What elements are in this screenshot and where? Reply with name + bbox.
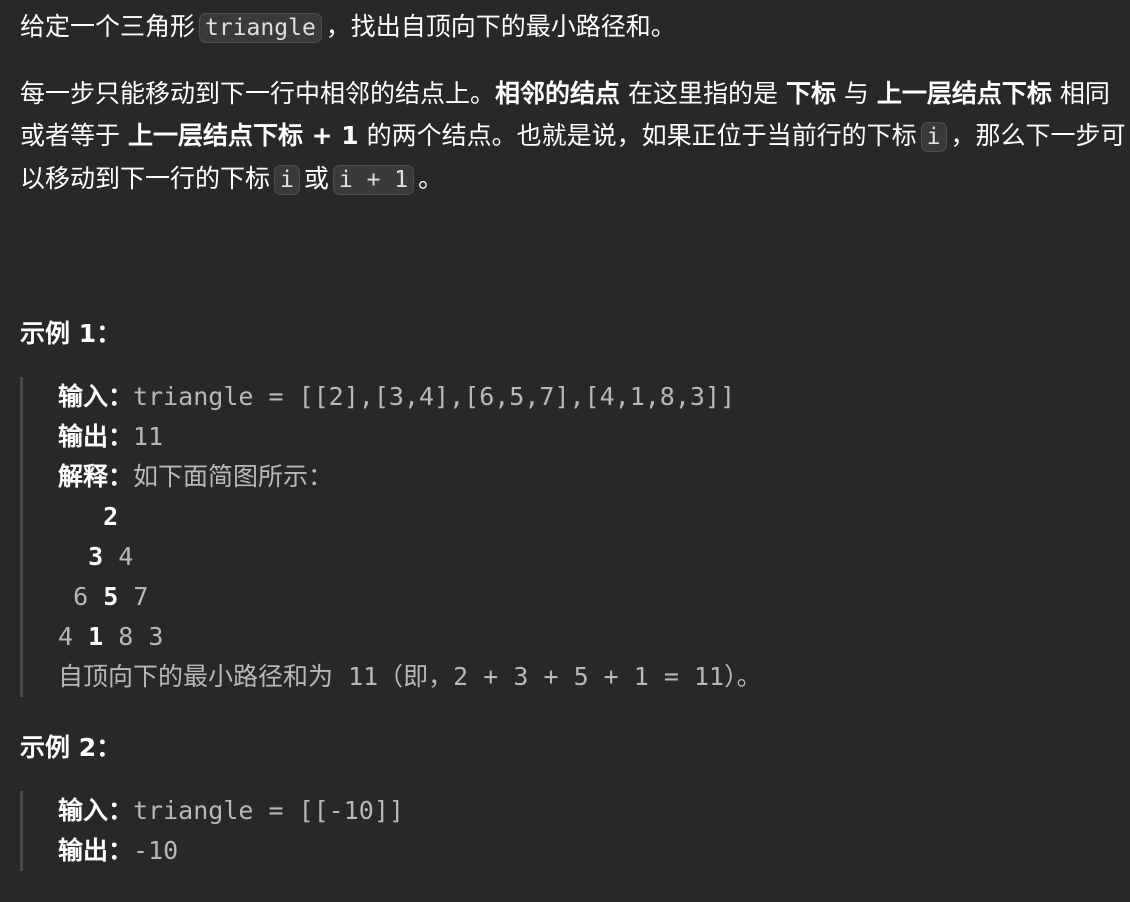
text: 在这里指的是 (620, 79, 786, 108)
triangle-node: 1 (88, 622, 104, 651)
description-paragraph-1: 给定一个三角形 triangle ，找出自顶向下的最小路径和。 (20, 6, 1130, 49)
example-1-conclusion-row: 自顶向下的最小路径和为 11（即，2 + 3 + 5 + 1 = 11）。 (58, 657, 1130, 697)
conclusion-value: 11（即，2 + 3 + 5 + 1 = 11）。 (333, 662, 762, 691)
output-value: -10 (133, 836, 179, 865)
explain-label: 解释： (58, 462, 134, 491)
output-label: 输出： (58, 422, 134, 451)
text: 或 (303, 164, 329, 193)
example-1-title: 示例 1： (20, 319, 122, 348)
explain-value: 如下面简图所示： (133, 462, 334, 491)
text: 的两个结点。也就是说，如果正位于当前行的下标 (358, 121, 917, 150)
bold-text: 下标 (785, 79, 836, 108)
example-1-explain-row: 解释：如下面简图所示： (58, 457, 1130, 497)
output-label: 输出： (58, 836, 134, 865)
example-1-block: 输入：triangle = [[2],[3,4],[6,5,7],[4,1,8,… (20, 377, 1130, 697)
input-label: 输入： (58, 382, 134, 411)
inline-code: triangle (199, 13, 322, 43)
text: ，找出自顶向下的最小路径和。 (325, 12, 676, 41)
triangle-node: 4 (118, 542, 134, 571)
triangle-node: 3 (88, 542, 104, 571)
example-2-output-row: 输出：-10 (58, 831, 1130, 871)
triangle-node: 5 (103, 582, 119, 611)
triangle-row-2: 3 4 (58, 537, 1130, 577)
example-2-title: 示例 2： (20, 733, 122, 762)
input-label: 输入： (58, 796, 134, 825)
text: 与 (835, 79, 877, 108)
bold-text: 上一层结点下标 (876, 79, 1052, 108)
text: 。 (418, 164, 444, 193)
triangle-node: 6 (73, 582, 89, 611)
bold-text: 上一层结点下标 + 1 (127, 121, 359, 150)
triangle-row-3: 6 5 7 (58, 577, 1130, 617)
conclusion-text: 自顶向下的最小路径和为 (58, 662, 334, 691)
triangle-row-4: 4 1 8 3 (58, 617, 1130, 657)
bold-text: 相邻的结点 (495, 79, 621, 108)
description-paragraph-2: 每一步只能移动到下一行中相邻的结点上。相邻的结点 在这里指的是 下标 与 上一层… (20, 73, 1130, 201)
output-value: 11 (133, 422, 164, 451)
inline-code: i + 1 (332, 165, 415, 195)
triangle-node: 4 (58, 622, 74, 651)
inline-code: i (274, 165, 300, 195)
example-1-output-row: 输出：11 (58, 417, 1130, 457)
triangle-node: 8 3 (118, 622, 164, 651)
example-2-input-row: 输入：triangle = [[-10]] (58, 791, 1130, 831)
example-2-block: 输入：triangle = [[-10]] 输出：-10 (20, 791, 1130, 871)
inline-code: i (920, 122, 947, 152)
input-value: triangle = [[2],[3,4],[6,5,7],[4,1,8,3]] (133, 382, 736, 411)
input-value: triangle = [[-10]] (133, 796, 404, 825)
triangle-node: 2 (103, 502, 119, 531)
triangle-node: 7 (133, 582, 149, 611)
problem-description: 给定一个三角形 triangle ，找出自顶向下的最小路径和。 每一步只能移动到下一… (0, 0, 1130, 871)
triangle-row-1: 2 (58, 497, 1130, 537)
text: 每一步只能移动到下一行中相邻的结点上。 (20, 79, 496, 108)
text: 给定一个三角形 (20, 12, 196, 41)
example-1-input-row: 输入：triangle = [[2],[3,4],[6,5,7],[4,1,8,… (58, 377, 1130, 417)
